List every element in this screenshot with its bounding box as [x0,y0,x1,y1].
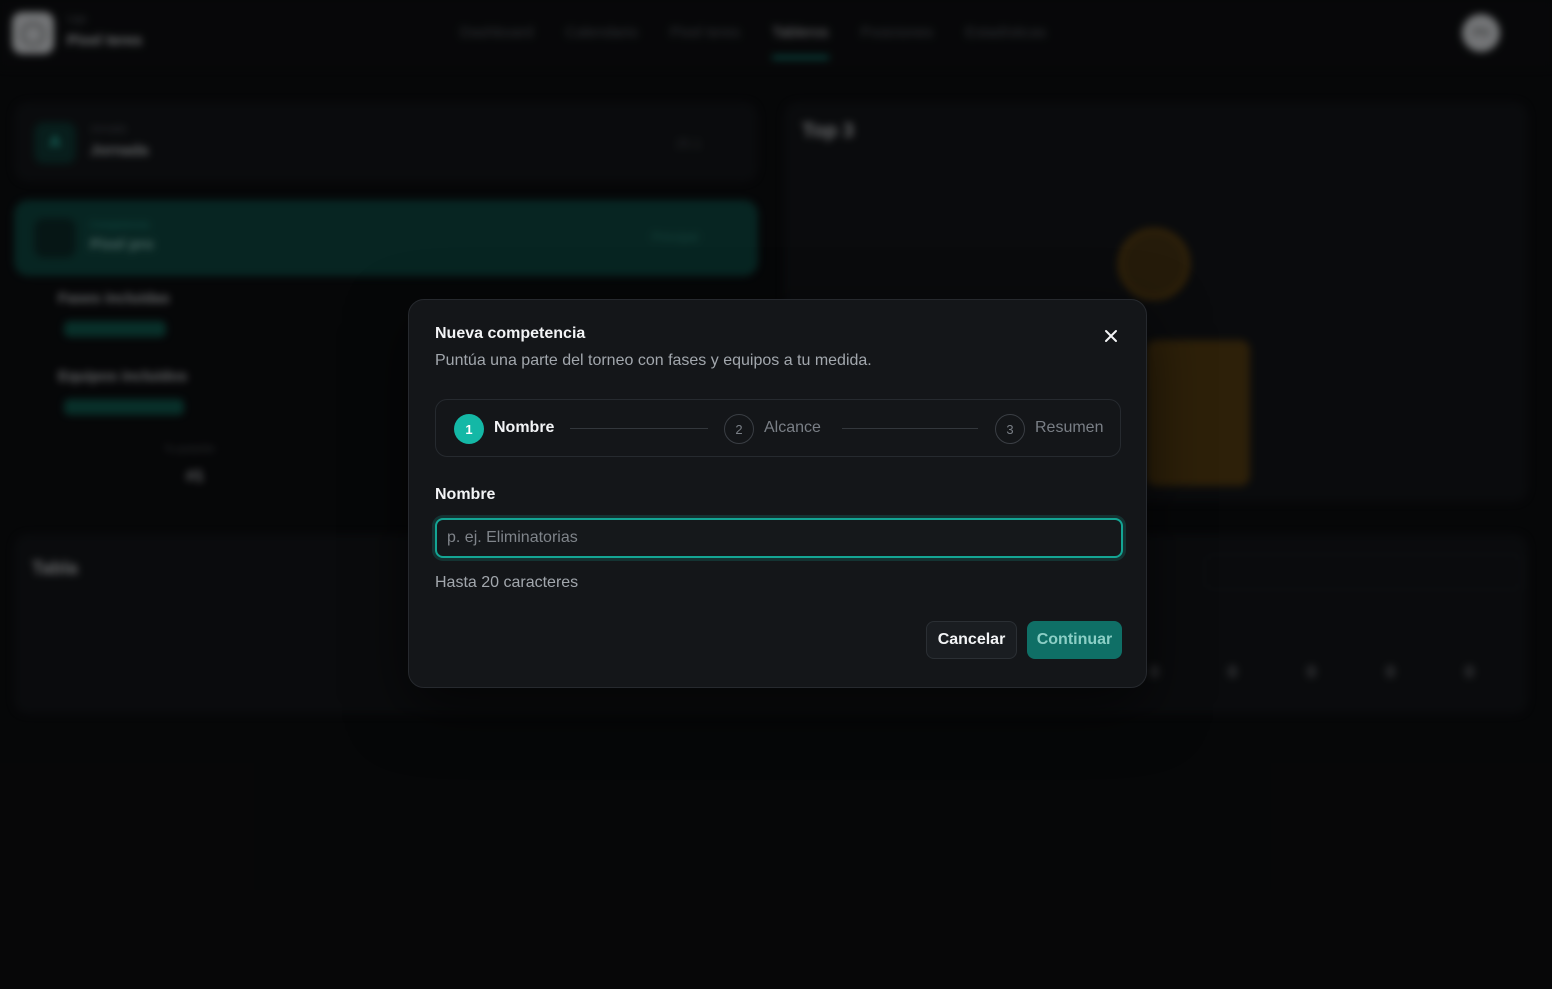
step-2-label: Alcance [764,419,821,436]
close-button[interactable] [1099,324,1123,348]
wizard-stepper: 1 Nombre 2 Alcance 3 Resumen [435,399,1121,457]
step-2-indicator: 2 [724,414,754,444]
new-competition-dialog: Nueva competencia Puntúa una parte del t… [408,299,1147,688]
step-1-indicator: 1 [454,414,484,444]
name-field-label: Nombre [435,486,496,503]
name-input[interactable] [435,518,1123,558]
cancel-button[interactable]: Cancelar [926,621,1017,659]
close-icon [1105,330,1117,342]
continue-button[interactable]: Continuar [1027,621,1122,659]
dialog-description: Puntúa una parte del torneo con fases y … [435,352,872,369]
dialog-title: Nueva competencia [435,325,586,342]
name-field-hint: Hasta 20 caracteres [435,574,579,591]
step-connector [842,428,978,429]
step-3-label: Resumen [1035,419,1104,436]
step-connector [570,428,708,429]
step-3-indicator: 3 [995,414,1025,444]
step-1-label: Nombre [494,419,555,436]
